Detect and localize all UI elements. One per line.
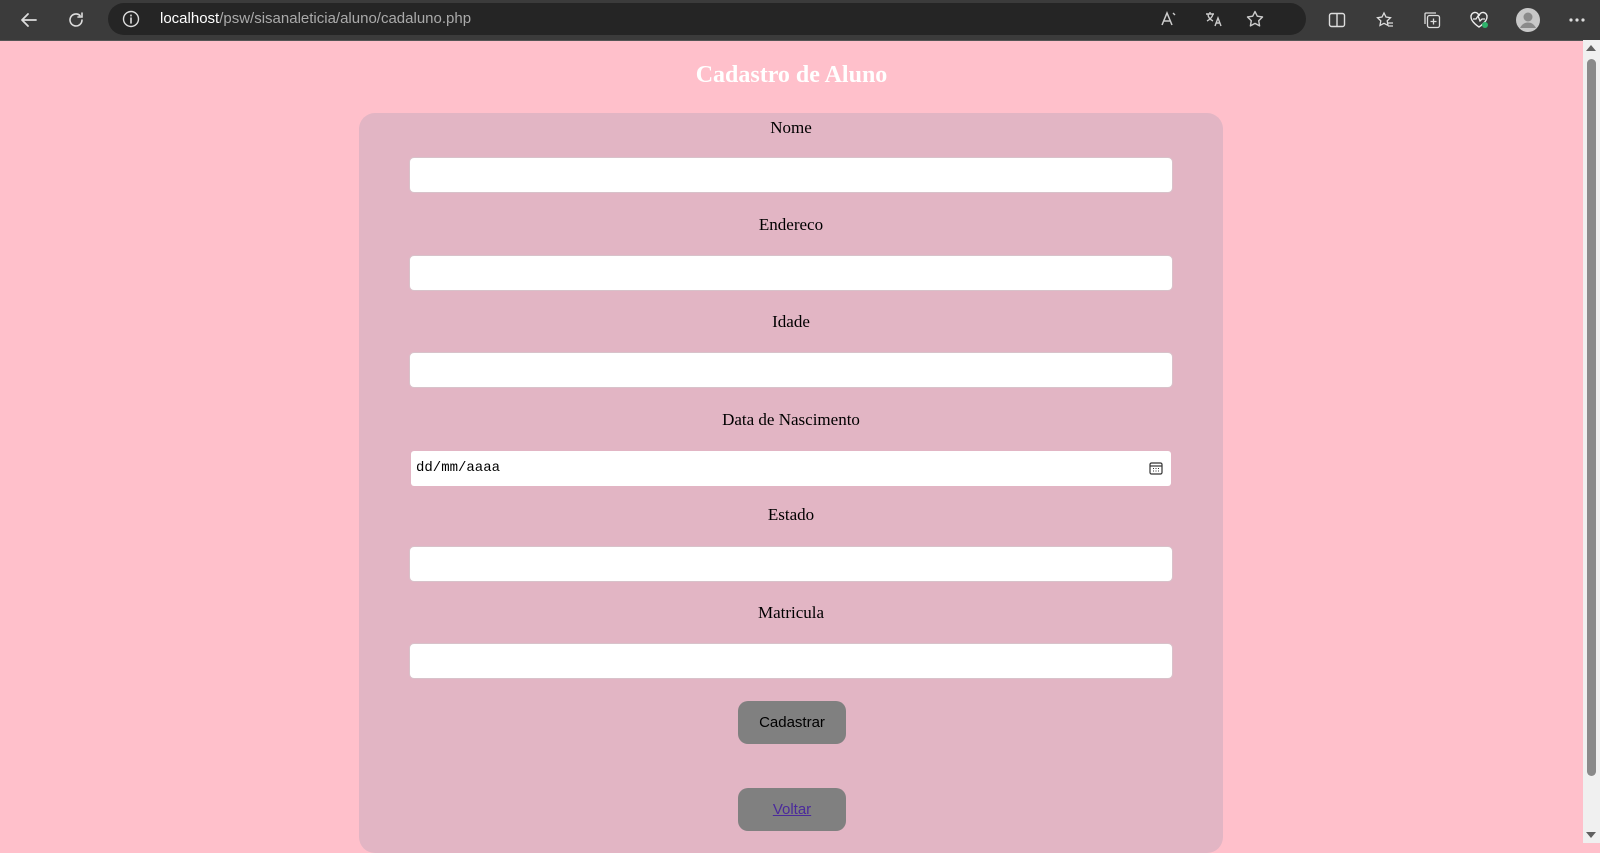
scroll-thumb[interactable] [1587, 59, 1596, 776]
more-dots-icon [1569, 18, 1585, 22]
matricula-input[interactable] [409, 643, 1173, 679]
favorites-icon [1376, 11, 1393, 27]
split-screen-button[interactable] [1321, 4, 1353, 36]
vertical-scrollbar[interactable] [1583, 40, 1600, 843]
url-host: localhost [160, 10, 220, 27]
back-button[interactable] [13, 4, 45, 36]
label-data-nascimento: Data de Nascimento [722, 410, 860, 429]
refresh-button[interactable] [60, 4, 92, 36]
voltar-link[interactable]: Voltar [773, 801, 811, 818]
heart-health-icon [1470, 11, 1488, 28]
nome-input[interactable] [409, 157, 1173, 193]
estado-input[interactable] [409, 546, 1173, 582]
label-nome: Nome [770, 118, 812, 137]
label-endereco: Endereco [758, 215, 824, 234]
scroll-up-arrow-icon[interactable] [1586, 45, 1596, 51]
more-menu-button[interactable] [1561, 4, 1593, 36]
calendar-icon[interactable] [1149, 461, 1163, 475]
browser-toolbar: localhost/psw/sisanaleticia/aluno/cadalu… [0, 0, 1600, 41]
collections-button[interactable] [1416, 4, 1448, 36]
url-path: /psw/sisanaleticia/aluno/cadaluno.php [219, 10, 472, 27]
data-nascimento-input[interactable]: dd/mm/aaaa [411, 451, 1171, 486]
date-placeholder: dd/mm/aaaa [416, 460, 501, 476]
info-icon[interactable] [122, 10, 140, 28]
page-title: Cadastro de Aluno [695, 62, 888, 88]
split-screen-icon [1328, 12, 1346, 28]
browser-essentials-button[interactable] [1463, 4, 1495, 36]
form-card: Nome Endereco Idade Data de Nascimento d… [359, 113, 1223, 853]
collections-icon [1424, 12, 1441, 29]
read-aloud-button[interactable] [1153, 3, 1185, 35]
avatar-icon [1516, 8, 1540, 32]
address-url[interactable]: localhost/psw/sisanaleticia/aluno/cadalu… [160, 10, 471, 27]
translate-button[interactable] [1198, 3, 1230, 35]
label-estado: Estado [767, 505, 815, 524]
label-idade: Idade [772, 312, 810, 331]
endereco-input[interactable] [409, 255, 1173, 291]
star-icon [1246, 10, 1264, 27]
address-bar[interactable]: localhost/psw/sisanaleticia/aluno/cadalu… [108, 3, 1306, 35]
scroll-down-arrow-icon[interactable] [1586, 832, 1596, 838]
back-arrow-icon [21, 13, 37, 27]
voltar-button[interactable]: Voltar [738, 788, 846, 831]
cadastrar-button[interactable]: Cadastrar [738, 701, 846, 744]
favorite-star-button[interactable] [1239, 3, 1271, 35]
read-aloud-icon [1161, 11, 1176, 26]
idade-input[interactable] [409, 352, 1173, 388]
label-matricula: Matricula [757, 603, 825, 622]
translate-icon [1206, 12, 1222, 27]
profile-button[interactable] [1512, 4, 1544, 36]
favorites-button[interactable] [1369, 4, 1401, 36]
refresh-icon [69, 12, 83, 27]
